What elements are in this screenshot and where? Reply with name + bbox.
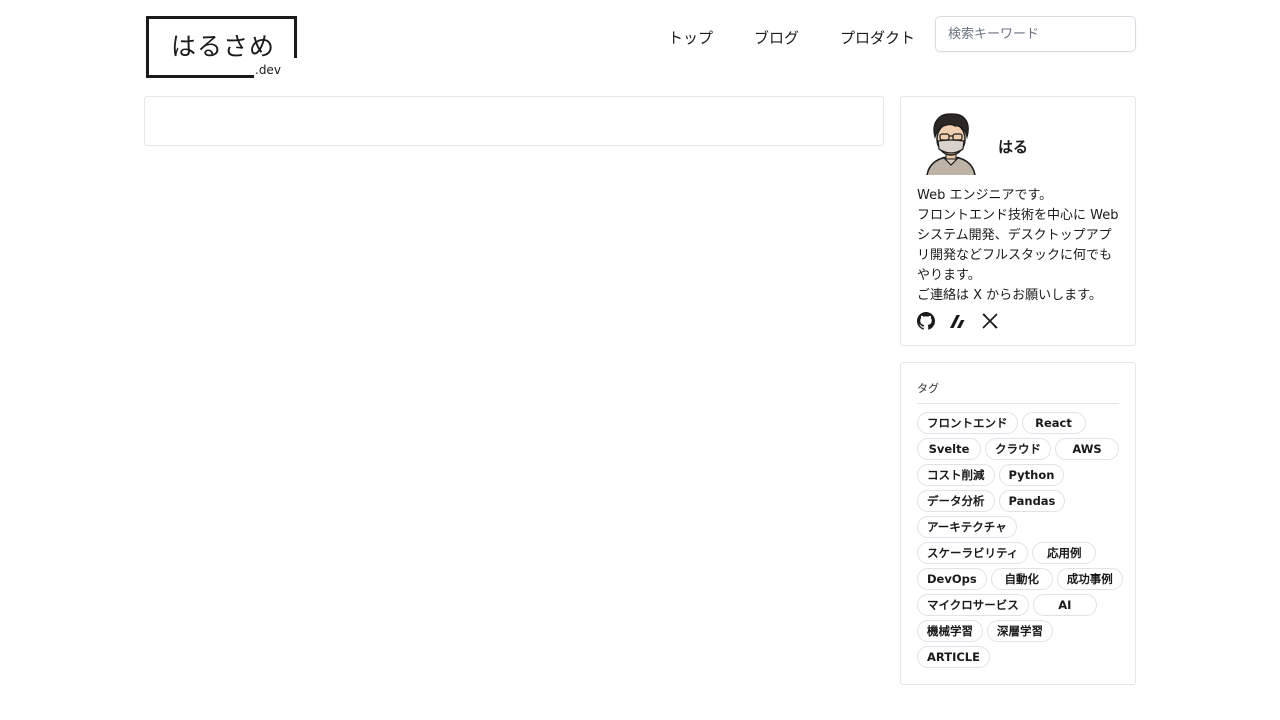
tag-chip[interactable]: アーキテクチャ — [917, 516, 1017, 538]
zenn-icon[interactable] — [949, 312, 967, 330]
tag-chip[interactable]: React — [1021, 412, 1086, 434]
tag-chip[interactable]: スケーラビリティ — [917, 542, 1029, 564]
tag-chip[interactable]: AI — [1032, 594, 1097, 616]
nav-top[interactable]: トップ — [668, 27, 713, 48]
search-input[interactable] — [935, 16, 1136, 52]
social-links — [917, 312, 999, 330]
tag-chip[interactable]: マイクロサービス — [917, 594, 1029, 616]
tag-chip[interactable]: クラウド — [985, 438, 1051, 460]
main-content-card — [144, 96, 884, 146]
tag-chip[interactable]: Python — [998, 464, 1065, 486]
logo-text: はるさめ — [171, 32, 276, 61]
site-logo[interactable]: はるさめ .dev — [145, 15, 297, 79]
profile-name: はる — [998, 138, 1029, 156]
divider — [917, 403, 1119, 404]
bio-line: Web エンジニアです。 — [917, 188, 1053, 203]
x-icon[interactable] — [981, 312, 999, 330]
tags-title: タグ — [917, 382, 939, 395]
logo-subtext: .dev — [255, 63, 281, 77]
bio-line: ご連絡は X からお願いします。 — [917, 288, 1102, 303]
tag-chip[interactable]: 自動化 — [990, 568, 1053, 590]
tag-chip[interactable]: 機械学習 — [917, 620, 983, 642]
bio-line: フロントエンド技術を中心に Web システム開発、デスクトップアプリ開発などフル… — [917, 208, 1119, 283]
profile-bio: Web エンジニアです。 フロントエンド技術を中心に Web システム開発、デス… — [917, 186, 1123, 306]
nav-product[interactable]: プロダクト — [840, 27, 915, 48]
tag-chip[interactable]: ARTICLE — [917, 646, 990, 668]
avatar — [926, 113, 976, 175]
github-icon[interactable] — [917, 312, 935, 330]
tag-chip[interactable]: Pandas — [998, 490, 1066, 512]
tag-chip[interactable]: 深層学習 — [987, 620, 1053, 642]
tag-chip[interactable]: コスト削減 — [917, 464, 995, 486]
profile-card: はる Web エンジニアです。 フロントエンド技術を中心に Web システム開発… — [900, 96, 1136, 346]
tag-chip[interactable]: データ分析 — [917, 490, 995, 512]
tag-chip[interactable]: 成功事例 — [1056, 568, 1123, 590]
tag-chip[interactable]: AWS — [1055, 438, 1119, 460]
main-nav: トップ ブログ プロダクト — [668, 27, 915, 48]
tag-chip[interactable]: DevOps — [917, 568, 987, 590]
tag-chip[interactable]: Svelte — [917, 438, 981, 460]
tags-card: タグ フロントエンド React Svelte クラウド AWS コスト削減 Python デ… — [900, 362, 1136, 685]
tag-chip[interactable]: 応用例 — [1032, 542, 1097, 564]
nav-blog[interactable]: ブログ — [754, 27, 799, 48]
tag-list: フロントエンド React Svelte クラウド AWS コスト削減 Python データ分… — [917, 412, 1125, 668]
tag-chip[interactable]: フロントエンド — [917, 412, 1018, 434]
